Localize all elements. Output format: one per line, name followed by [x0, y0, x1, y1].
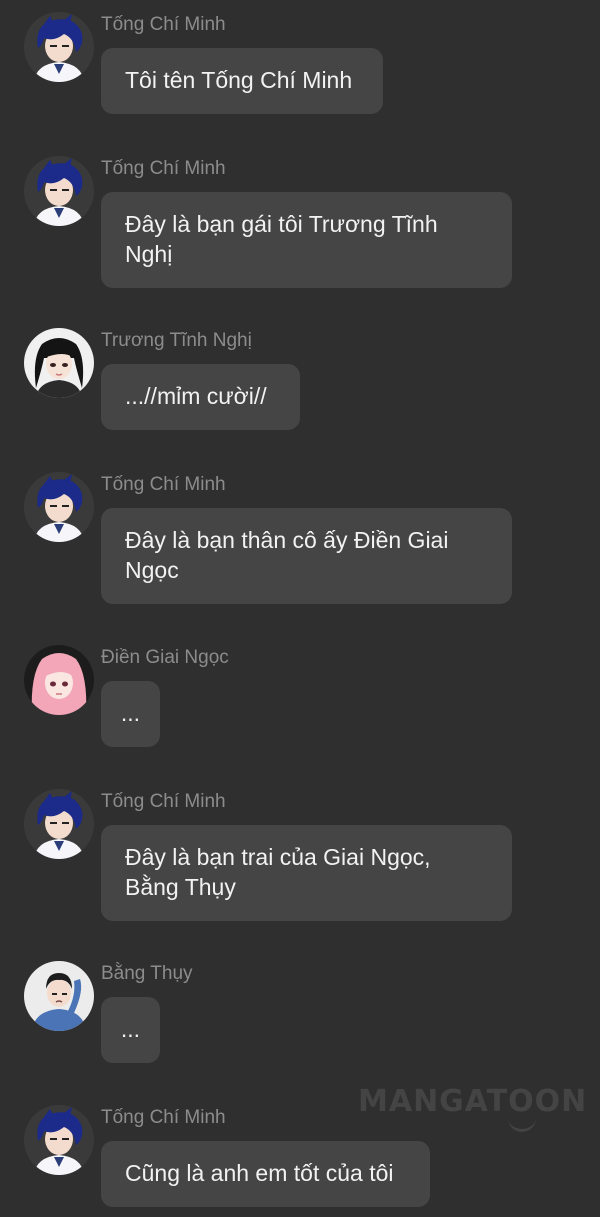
male-dark-blue-hair-avatar-icon	[24, 789, 94, 859]
message-bubble[interactable]: ...	[101, 681, 160, 747]
avatar[interactable]	[24, 12, 94, 82]
sender-name: Tống Chí Minh	[101, 1107, 226, 1128]
male-dark-blue-hair-avatar-icon	[24, 472, 94, 542]
avatar[interactable]	[24, 789, 94, 859]
sender-name: Tống Chí Minh	[101, 474, 226, 495]
sender-name: Điền Giai Ngọc	[101, 647, 229, 668]
sender-name: Trương Tĩnh Nghị	[101, 330, 252, 351]
watermark-smile-icon	[508, 1117, 536, 1132]
avatar[interactable]	[24, 156, 94, 226]
male-blue-shirt-avatar-icon	[24, 961, 94, 1031]
male-dark-blue-hair-avatar-icon	[24, 156, 94, 226]
message-bubble[interactable]: ...//mỉm cười//	[101, 364, 300, 430]
message-bubble[interactable]: Đây là bạn gái tôi Trương Tĩnh Nghị	[101, 192, 512, 288]
sender-name: Tống Chí Minh	[101, 791, 226, 812]
message-bubble[interactable]: Đây là bạn trai của Giai Ngọc, Bằng Thụy	[101, 825, 512, 921]
watermark-logo: MANGATOON	[358, 1084, 588, 1119]
avatar[interactable]	[24, 472, 94, 542]
avatar[interactable]	[24, 645, 94, 715]
female-pink-hair-avatar-icon	[24, 645, 94, 715]
avatar[interactable]	[24, 1105, 94, 1175]
sender-name: Tống Chí Minh	[101, 158, 226, 179]
male-dark-blue-hair-avatar-icon	[24, 1105, 94, 1175]
male-dark-blue-hair-avatar-icon	[24, 12, 94, 82]
message-bubble[interactable]: Cũng là anh em tốt của tôi	[101, 1141, 430, 1207]
message-bubble[interactable]: ...	[101, 997, 160, 1063]
avatar[interactable]	[24, 961, 94, 1031]
sender-name: Bằng Thụy	[101, 963, 193, 984]
avatar[interactable]	[24, 328, 94, 398]
message-bubble[interactable]: Tôi tên Tống Chí Minh	[101, 48, 383, 114]
message-bubble[interactable]: Đây là bạn thân cô ấy Điền Giai Ngọc	[101, 508, 512, 604]
female-black-hair-avatar-icon	[24, 328, 94, 398]
sender-name: Tống Chí Minh	[101, 14, 226, 35]
